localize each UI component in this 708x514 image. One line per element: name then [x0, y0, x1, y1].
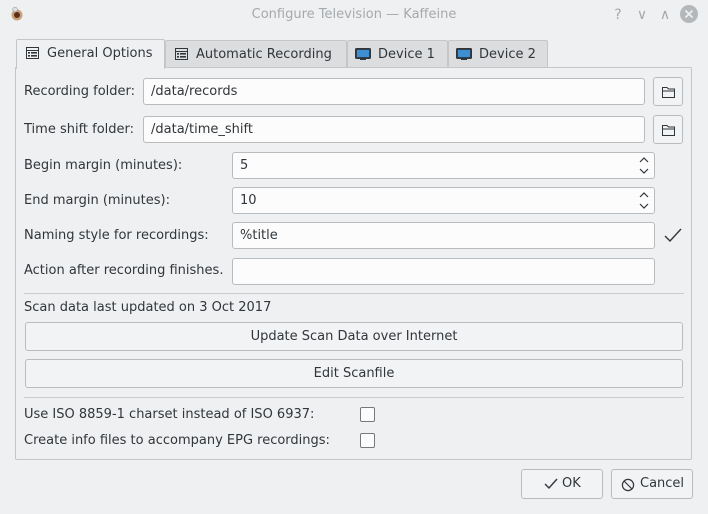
window-title: Configure Television — Kaffeine	[251, 7, 457, 22]
recording-folder-value: /data/records	[151, 84, 238, 99]
action-after-recording-label: Action after recording finishes.	[24, 263, 224, 278]
ok-label: OK	[562, 476, 581, 491]
begin-margin-spinbox[interactable]: 5	[232, 152, 655, 179]
naming-style-value: %title	[240, 228, 278, 243]
scan-status-text: Scan data last updated on 3 Oct 2017	[24, 300, 272, 315]
tab-label: Device 2	[479, 47, 536, 62]
recording-folder-label: Recording folder:	[24, 84, 136, 99]
recording-folder-field[interactable]: /data/records	[143, 78, 645, 105]
tab-device-1[interactable]: Device 1	[347, 40, 448, 68]
settings-list-icon	[26, 47, 39, 59]
tab-device-2[interactable]: Device 2	[448, 40, 548, 68]
spin-arrows-icon[interactable]	[639, 155, 649, 176]
title-bar: Configure Television — Kaffeine ? ∨ ∧	[0, 0, 708, 30]
naming-style-field[interactable]: %title	[232, 222, 655, 249]
info-files-checkbox[interactable]	[360, 433, 375, 448]
minimize-icon[interactable]: ∨	[632, 5, 652, 25]
time-shift-folder-field[interactable]: /data/time_shift	[143, 116, 645, 143]
folder-icon	[662, 87, 675, 98]
cancel-label: Cancel	[640, 476, 685, 491]
begin-margin-value: 5	[240, 158, 249, 173]
info-files-label: Create info files to accompany EPG recor…	[24, 433, 330, 448]
tab-label: Device 1	[378, 47, 435, 62]
cancel-button[interactable]: Cancel	[611, 469, 693, 499]
browse-recording-folder-button[interactable]	[653, 77, 683, 106]
folder-icon	[662, 125, 675, 136]
action-after-recording-field[interactable]	[232, 258, 655, 285]
help-icon[interactable]: ?	[608, 5, 628, 25]
iso-charset-checkbox[interactable]	[360, 407, 375, 422]
naming-style-label: Naming style for recordings:	[24, 228, 209, 243]
edit-scanfile-button[interactable]: Edit Scanfile	[25, 359, 683, 388]
ok-button[interactable]: OK	[521, 469, 603, 499]
cancel-icon	[621, 478, 635, 492]
time-shift-folder-label: Time shift folder:	[24, 122, 135, 137]
tab-general-options[interactable]: General Options	[16, 39, 165, 69]
tab-label: Automatic Recording	[196, 47, 332, 62]
tab-label: General Options	[47, 46, 153, 61]
end-margin-label: End margin (minutes):	[24, 193, 170, 208]
spin-arrows-icon[interactable]	[639, 190, 649, 211]
begin-margin-label: Begin margin (minutes):	[24, 158, 183, 173]
tv-device-icon	[456, 48, 472, 60]
end-margin-value: 10	[240, 193, 257, 208]
separator	[24, 293, 684, 294]
check-icon	[544, 478, 558, 490]
tab-automatic-recording[interactable]: Automatic Recording	[165, 40, 347, 68]
tv-device-icon	[355, 48, 371, 60]
time-shift-folder-value: /data/time_shift	[151, 122, 253, 137]
separator	[24, 397, 684, 398]
valid-check-icon	[664, 228, 682, 243]
update-scan-data-button[interactable]: Update Scan Data over Internet	[25, 322, 683, 351]
close-button[interactable]	[680, 5, 698, 23]
settings-list-icon	[175, 48, 188, 60]
end-margin-spinbox[interactable]: 10	[232, 187, 655, 214]
maximize-icon[interactable]: ∧	[655, 5, 675, 25]
browse-time-shift-folder-button[interactable]	[653, 115, 683, 144]
close-icon	[684, 9, 694, 19]
iso-charset-label: Use ISO 8859-1 charset instead of ISO 69…	[24, 407, 315, 422]
